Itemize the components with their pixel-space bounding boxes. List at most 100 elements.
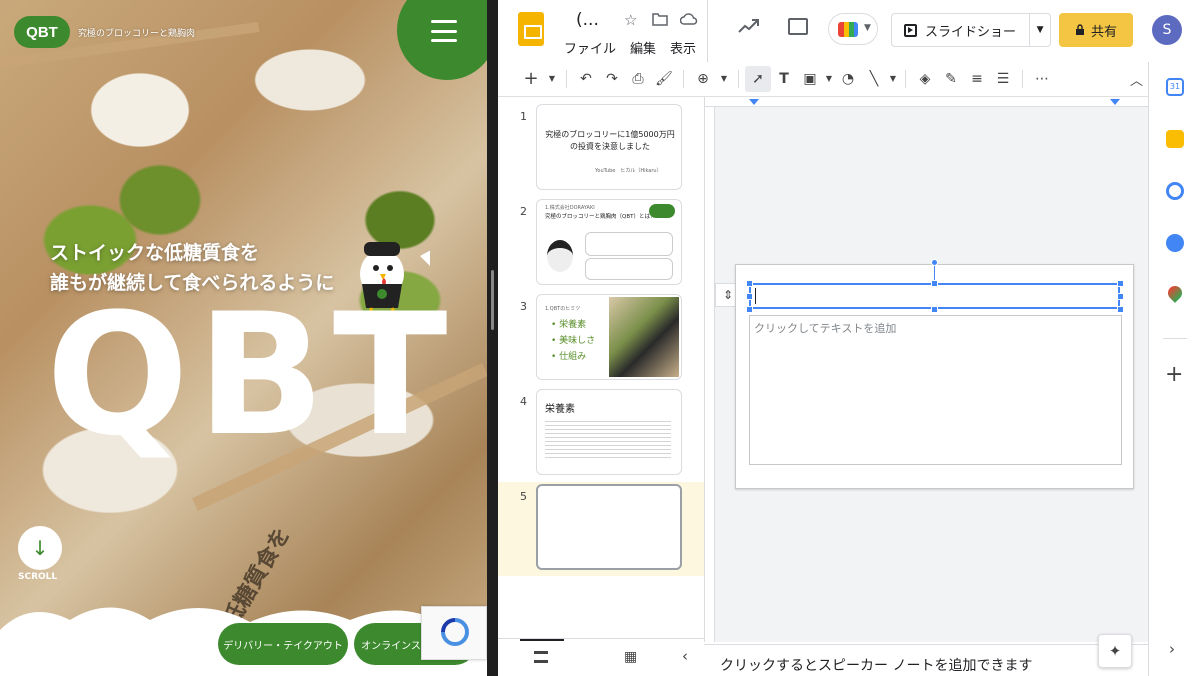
- slide-preview[interactable]: 1.株式会社DORAYAKI 究極のブロッコリーと鶏胸肉（QBT）とは？: [536, 199, 682, 285]
- horizontal-ruler[interactable]: [705, 97, 1149, 107]
- toolbar-separator: [1022, 70, 1023, 88]
- zoom-icon[interactable]: ⊕: [690, 66, 716, 92]
- slide-thumbnail[interactable]: 3 1.QBTのヒミツ • 栄養素 • 美味しさ • 仕組み: [498, 292, 704, 386]
- add-icon[interactable]: +: [518, 66, 544, 92]
- resize-handle[interactable]: [931, 306, 938, 313]
- recaptcha-badge[interactable]: [421, 606, 487, 660]
- resize-handle[interactable]: [931, 280, 938, 287]
- slide-number: 2: [520, 205, 527, 218]
- slides-logo-icon[interactable]: [518, 12, 544, 46]
- slide-preview[interactable]: 栄養素: [536, 389, 682, 475]
- slide-canvas[interactable]: クリックしてテキストを追加: [735, 259, 1134, 489]
- comment-icon[interactable]: [788, 18, 808, 35]
- logo-mark: QBT: [14, 16, 70, 48]
- border-dash-icon[interactable]: ☰: [990, 66, 1016, 92]
- tasks-icon[interactable]: [1166, 182, 1184, 200]
- indent-marker-icon[interactable]: [1110, 99, 1120, 105]
- maps-icon[interactable]: [1165, 283, 1185, 303]
- fill-color-icon[interactable]: ◈: [912, 66, 938, 92]
- border-weight-icon[interactable]: ≡: [964, 66, 990, 92]
- qbt-logo-icon: [649, 204, 675, 218]
- user-avatar[interactable]: S: [1152, 15, 1182, 45]
- hamburger-menu-icon[interactable]: [431, 20, 457, 42]
- slide-preview[interactable]: [536, 484, 682, 570]
- indent-marker-icon[interactable]: [749, 99, 759, 105]
- slide-editor: ⇕ クリックしてテキストを追加: [704, 97, 1149, 642]
- food-photo: [609, 297, 679, 377]
- resize-handle[interactable]: [746, 306, 753, 313]
- slide-thumbnail-active[interactable]: 5: [498, 482, 704, 576]
- expand-panel-icon[interactable]: ›: [1169, 640, 1175, 658]
- slide-thumbnail[interactable]: 1 究極のブロッコリーに1億5000万円の投資を決意しました YouTube ヒ…: [498, 102, 704, 196]
- slide-thumbnail[interactable]: 2 1.株式会社DORAYAKI 究極のブロッコリーと鶏胸肉（QBT）とは？: [498, 197, 704, 291]
- slide-number: 5: [520, 490, 527, 503]
- app-header: (... ☆ ファイル 編集 表示 ▼ スライドショー ▼ 共有 S: [498, 0, 1200, 62]
- speaker-notes[interactable]: クリックするとスピーカー ノートを追加できます: [704, 644, 1148, 676]
- divider-grip[interactable]: [491, 270, 494, 330]
- resize-handle[interactable]: [1117, 293, 1124, 300]
- redo-icon[interactable]: ↷: [599, 66, 625, 92]
- undo-icon[interactable]: ↶: [573, 66, 599, 92]
- rotate-handle[interactable]: [931, 259, 938, 266]
- editing-toolbar: + ▼ ↶ ↷ ⎙ 🖌 ⊕ ▼ ➚ T ▣ ▼ ◔ ╲ ▼ ◈ ✎ ≡ ☰ ⋯: [518, 66, 1146, 92]
- print-icon[interactable]: ⎙: [625, 66, 651, 92]
- slideshow-dropdown-icon[interactable]: ▼: [1030, 25, 1050, 35]
- star-icon[interactable]: ☆: [624, 11, 637, 29]
- move-folder-icon[interactable]: [652, 12, 668, 26]
- meet-button[interactable]: ▼: [828, 13, 878, 45]
- active-view-indicator: [520, 639, 564, 641]
- resize-handle[interactable]: [746, 280, 753, 287]
- share-button[interactable]: 共有: [1059, 13, 1133, 47]
- contacts-icon[interactable]: [1166, 234, 1184, 252]
- slideshow-main[interactable]: スライドショー: [892, 14, 1031, 46]
- slide-thumbnail[interactable]: 4 栄養素: [498, 387, 704, 481]
- speech-bubble: [585, 232, 673, 256]
- toolbar-separator: [566, 70, 567, 88]
- speech-bubble: [585, 258, 673, 280]
- calendar-icon[interactable]: 31: [1166, 78, 1184, 96]
- chevron-down-icon[interactable]: ▼: [544, 66, 560, 92]
- delivery-takeout-button[interactable]: デリバリー・テイクアウト: [218, 623, 348, 665]
- vertical-ruler[interactable]: [705, 107, 715, 642]
- present-icon: [904, 23, 917, 37]
- resize-handle[interactable]: [1117, 306, 1124, 313]
- keep-icon[interactable]: [1166, 130, 1184, 148]
- textbox-icon[interactable]: T: [771, 66, 797, 92]
- collapse-toolbar-icon[interactable]: ︿: [1130, 70, 1143, 89]
- line-icon[interactable]: ╲: [861, 66, 887, 92]
- collapse-filmstrip-icon[interactable]: ‹: [682, 647, 688, 665]
- cloud-status-icon[interactable]: [680, 12, 698, 26]
- border-color-icon[interactable]: ✎: [938, 66, 964, 92]
- chevron-down-icon[interactable]: ▼: [823, 66, 835, 92]
- body-textbox[interactable]: クリックしてテキストを追加: [749, 315, 1122, 465]
- bullet-item: • 美味しさ: [551, 336, 596, 346]
- chevron-down-icon[interactable]: ▼: [716, 66, 732, 92]
- more-icon[interactable]: ⋯: [1029, 66, 1055, 92]
- chevron-down-icon[interactable]: ▼: [887, 66, 899, 92]
- slide-preview[interactable]: 1.QBTのヒミツ • 栄養素 • 美味しさ • 仕組み: [536, 294, 682, 380]
- resize-handle[interactable]: [1117, 280, 1124, 287]
- scroll-down-button[interactable]: ↓: [18, 526, 62, 570]
- activity-trend-icon[interactable]: [738, 18, 760, 34]
- slideshow-button[interactable]: スライドショー ▼: [891, 13, 1051, 47]
- text-cursor: [755, 288, 756, 304]
- shape-icon[interactable]: ◔: [835, 66, 861, 92]
- chicken-mascot-icon: [547, 240, 573, 272]
- filmstrip-view-icon[interactable]: [534, 651, 548, 663]
- get-addons-icon[interactable]: +: [1165, 364, 1183, 386]
- image-icon[interactable]: ▣: [797, 66, 823, 92]
- slide-preview[interactable]: 究極のブロッコリーに1億5000万円の投資を決意しました YouTube ヒカル…: [536, 104, 682, 190]
- explore-button[interactable]: ✦: [1098, 634, 1132, 668]
- menu-view[interactable]: 表示: [670, 38, 696, 57]
- share-label: 共有: [1090, 24, 1117, 40]
- menu-edit[interactable]: 編集: [630, 38, 656, 57]
- grid-view-icon[interactable]: ▦: [624, 649, 637, 665]
- paint-format-icon[interactable]: 🖌: [651, 66, 677, 92]
- resize-handle[interactable]: [746, 293, 753, 300]
- split-divider[interactable]: [487, 0, 498, 676]
- doc-title[interactable]: (...: [576, 10, 599, 30]
- scroll-label: SCROLL: [18, 572, 58, 582]
- select-icon[interactable]: ➚: [745, 66, 771, 92]
- menu-file[interactable]: ファイル: [564, 38, 616, 57]
- site-logo[interactable]: QBT 究極のブロッコリーと鶏胸肉: [14, 16, 195, 48]
